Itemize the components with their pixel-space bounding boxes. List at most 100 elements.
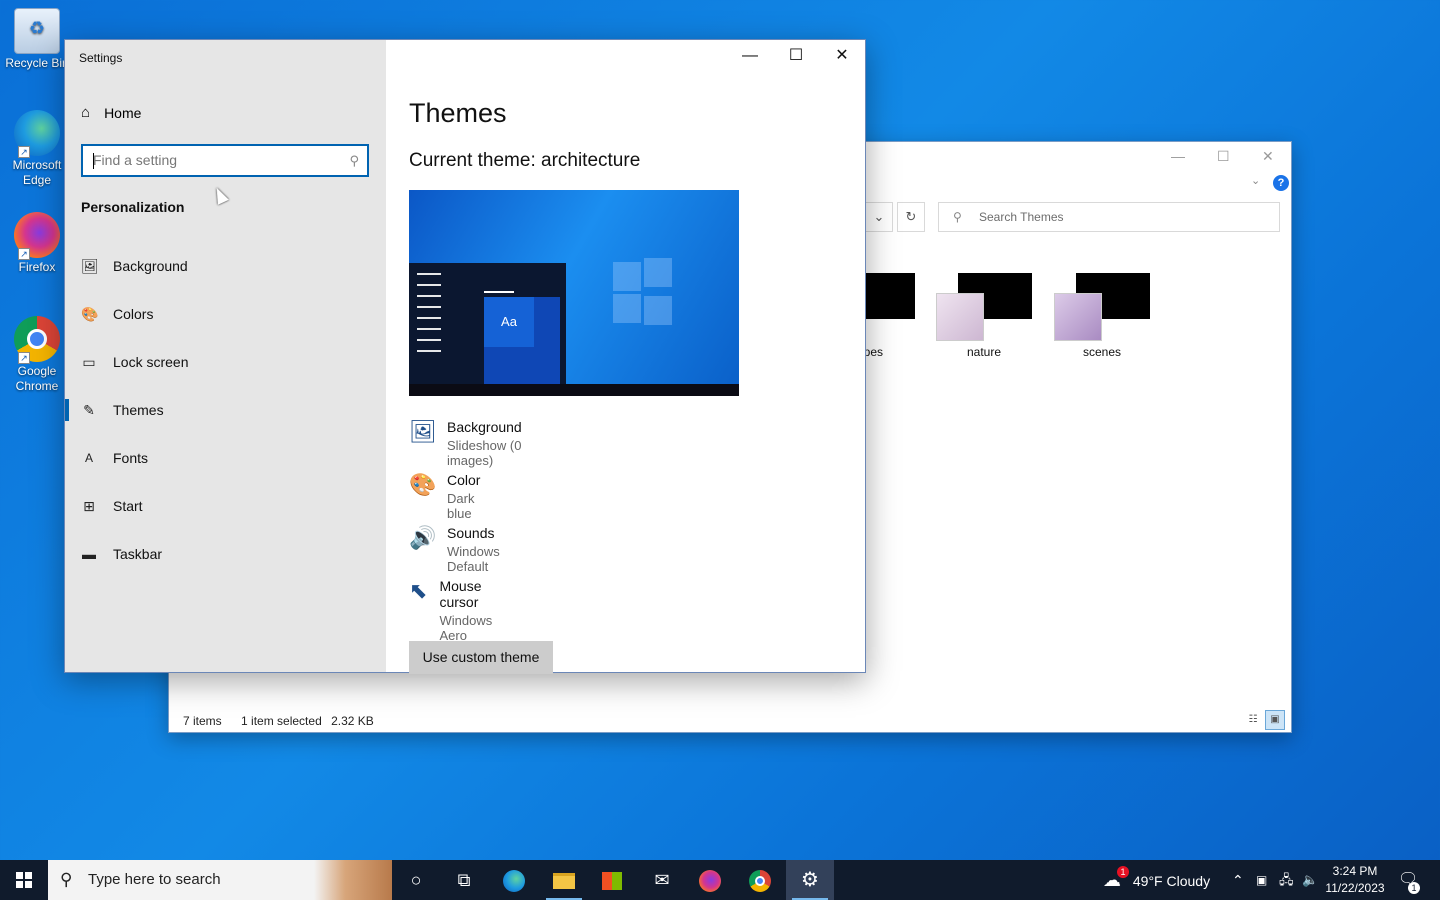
desktop-icon-recycle-bin[interactable]: ♻ Recycle Bin	[4, 8, 70, 71]
item-count: 7 items	[183, 714, 222, 728]
recycle-bin-icon: ♻	[14, 8, 60, 54]
edge-taskbar-button[interactable]	[490, 860, 538, 900]
taskbar: ⚲ Type here to search ○ ⧉ ✉ ⚙ ☁ 1 49°F C…	[0, 860, 1440, 900]
close-button[interactable]: ✕	[819, 40, 865, 72]
preview-taskbar	[409, 384, 739, 396]
search-highlight-art	[314, 860, 392, 900]
minimize-button[interactable]: —	[1171, 148, 1185, 164]
weather-widget[interactable]: ☁ 1 49°F Cloudy	[1103, 860, 1210, 900]
show-hidden-icons-button[interactable]: ⌃	[1232, 860, 1244, 900]
shortcut-arrow-icon: ↗	[18, 352, 30, 364]
nav-item-colors[interactable]: 🎨 Colors	[65, 292, 386, 336]
search-placeholder: Find a setting	[93, 152, 178, 168]
cursor-icon: ⬉	[409, 578, 428, 603]
shortcut-arrow-icon: ↗	[18, 146, 30, 158]
maximize-button[interactable]: ☐	[1217, 148, 1230, 165]
settings-window[interactable]: Settings ⌂ Home Find a setting ⚲ Persona…	[64, 39, 866, 674]
windows-logo-icon	[16, 872, 32, 888]
property-name: Color	[447, 472, 481, 488]
nav-label: Fonts	[113, 450, 149, 466]
nav-item-themes[interactable]: ✎ Themes	[65, 388, 386, 432]
desktop-icon-label: Microsoft Edge	[12, 158, 62, 187]
volume-muted-icon[interactable]: 🔈	[1302, 860, 1318, 900]
start-button[interactable]	[0, 860, 48, 900]
network-icon[interactable]: 🖧	[1279, 860, 1294, 900]
home-link[interactable]: ⌂ Home	[81, 104, 141, 121]
mail-taskbar-button[interactable]: ✉	[638, 860, 686, 900]
notification-center-button[interactable]: 🗨 1	[1398, 860, 1420, 900]
help-icon[interactable]: ?	[1273, 175, 1289, 191]
shortcut-arrow-icon: ↗	[18, 248, 30, 260]
property-name: Sounds	[447, 525, 495, 541]
nav-item-background[interactable]: 🖼 Background	[65, 244, 386, 288]
window-title: Settings	[79, 51, 123, 65]
find-setting-input[interactable]: Find a setting ⚲	[81, 144, 369, 177]
theme-thumbnail-overlay	[1054, 293, 1102, 341]
current-theme-label: Current theme: architecture	[409, 150, 641, 171]
desktop-icon-chrome[interactable]: ↗ Google Chrome	[4, 316, 70, 394]
nav-label: Start	[113, 498, 143, 514]
preview-tile: Aa	[484, 297, 534, 347]
file-label: nature	[966, 345, 1002, 359]
home-icon: ⌂	[81, 104, 91, 121]
task-view-button[interactable]: ⧉	[440, 860, 488, 900]
nav-label: Background	[113, 258, 188, 274]
store-taskbar-button[interactable]	[588, 860, 636, 900]
section-heading: Personalization	[81, 199, 185, 215]
chevron-down-icon[interactable]: ⌄	[1251, 174, 1260, 187]
file-label: scenes	[1082, 345, 1122, 359]
large-icons-view-button[interactable]: ▣	[1265, 710, 1285, 730]
desktop-icon-edge[interactable]: ↗ Microsoft Edge	[4, 110, 70, 188]
firefox-taskbar-button[interactable]	[686, 860, 734, 900]
minimize-button[interactable]: —	[727, 40, 773, 72]
gear-icon: ⚙	[801, 869, 819, 891]
edge-icon	[503, 870, 525, 893]
search-placeholder: Search Themes	[979, 210, 1064, 224]
taskbar-icon: ▬	[82, 546, 96, 562]
desktop-icon-label: Google Chrome	[15, 364, 59, 393]
meet-now-icon[interactable]: ▣	[1256, 860, 1267, 900]
palette-icon: 🎨	[409, 472, 437, 497]
chrome-icon: ↗	[14, 316, 60, 364]
property-name: Background	[447, 419, 522, 435]
use-custom-theme-button[interactable]: Use custom theme	[409, 641, 553, 674]
cortana-button[interactable]: ○	[392, 860, 440, 900]
selection-count: 1 item selected	[241, 714, 322, 728]
desktop-icon-firefox[interactable]: ↗ Firefox	[4, 212, 70, 275]
clock-date: 11/22/2023	[1325, 881, 1385, 895]
clock-time: 3:24 PM	[1332, 864, 1378, 878]
refresh-button[interactable]: ↻	[897, 202, 925, 232]
search-placeholder: Type here to search	[88, 871, 221, 888]
nav-item-fonts[interactable]: A Fonts	[65, 436, 386, 480]
start-icon: ⊞	[83, 497, 95, 514]
desktop-icon-label: Firefox	[18, 260, 56, 274]
sounds-property[interactable]: 🔊 Sounds Windows Default	[409, 525, 500, 574]
nav-item-lock-screen[interactable]: ▭ Lock screen	[65, 340, 386, 384]
page-title: Themes	[409, 98, 507, 128]
system-clock[interactable]: 3:24 PM 11/22/2023	[1320, 863, 1390, 897]
palette-icon: 🎨	[81, 305, 99, 322]
theme-preview: Aa	[409, 190, 739, 396]
taskbar-search-box[interactable]: ⚲ Type here to search	[48, 860, 392, 900]
chrome-taskbar-button[interactable]	[736, 860, 784, 900]
color-property[interactable]: 🎨 Color Dark blue	[409, 472, 480, 521]
weather-badge: 1	[1117, 866, 1129, 878]
nav-item-start[interactable]: ⊞ Start	[65, 484, 386, 528]
dropdown-button[interactable]: ⌄	[865, 202, 893, 232]
details-view-button[interactable]: ☷	[1243, 710, 1263, 730]
background-property[interactable]: 🖼 Background Slideshow (0 images)	[409, 419, 522, 468]
home-label: Home	[104, 104, 142, 121]
maximize-button[interactable]: ☐	[773, 40, 819, 72]
search-themes-input[interactable]: ⚲ Search Themes	[938, 202, 1280, 232]
nav-item-taskbar[interactable]: ▬ Taskbar	[65, 532, 386, 576]
close-button[interactable]: ✕	[1262, 148, 1274, 165]
firefox-icon: ↗	[14, 212, 60, 260]
mouse-cursor-property[interactable]: ⬉ Mouse cursor Windows Aero	[409, 578, 500, 643]
property-name: Mouse cursor	[439, 578, 482, 610]
firefox-icon	[699, 870, 721, 893]
search-icon: ⚲	[349, 153, 359, 168]
settings-taskbar-button[interactable]: ⚙	[786, 860, 834, 900]
file-explorer-taskbar-button[interactable]	[540, 860, 588, 900]
selection-size: 2.32 KB	[331, 714, 374, 728]
brush-icon: ✎	[83, 401, 95, 418]
